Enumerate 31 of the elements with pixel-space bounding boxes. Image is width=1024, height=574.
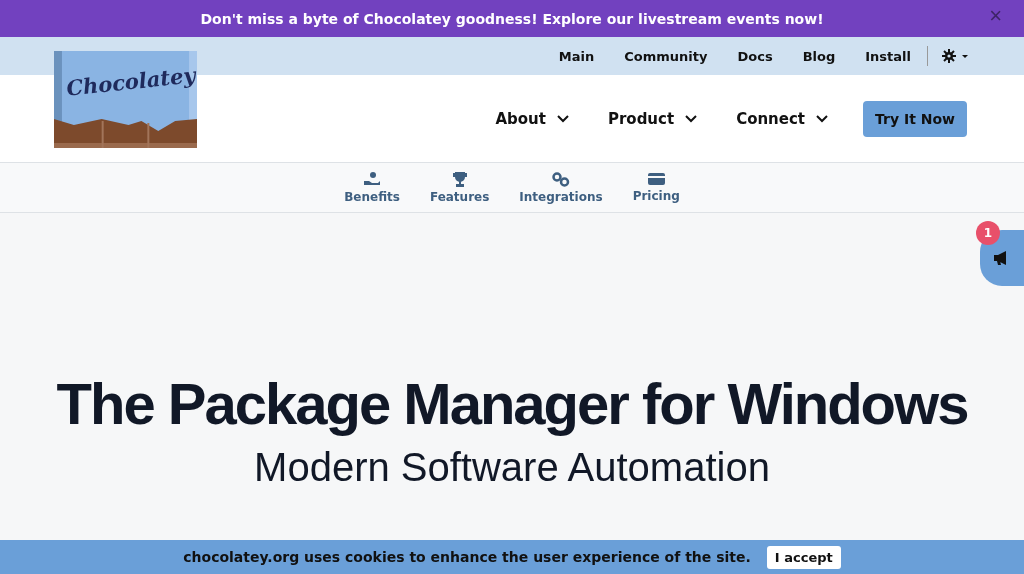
nav-dropdown[interactable]: Product — [607, 109, 699, 128]
top-nav-link[interactable]: Install — [865, 48, 911, 64]
logo[interactable]: Chocolatey — [54, 51, 197, 148]
section-link[interactable]: Features — [427, 163, 492, 212]
nav-dropdown[interactable]: About — [495, 109, 570, 128]
accept-button[interactable]: I accept — [766, 545, 841, 569]
announcement-text[interactable]: Don't miss a byte of Chocolatey goodness! Explore our livestream events now! — [200, 10, 824, 27]
top-nav-link[interactable]: Main — [558, 48, 595, 64]
hero-subtitle: Modern Software Automation — [254, 445, 770, 490]
section-link[interactable]: Integrations — [517, 163, 605, 212]
section-link[interactable]: Benefits — [342, 163, 402, 212]
cookie-notice: chocolatey.org uses cookies to enhance the user experience of the site. — [183, 549, 751, 565]
nav-dropdown[interactable]: Connect — [736, 109, 830, 128]
sun-icon — [942, 49, 956, 63]
chevron-down-icon — [815, 113, 830, 124]
gears-icon — [552, 171, 570, 187]
caret-icon — [962, 54, 968, 58]
top-nav-link[interactable]: Community — [624, 48, 708, 64]
hero-title: The Package Manager for Windows — [56, 370, 968, 437]
chevron-down-icon — [555, 113, 570, 124]
section-link[interactable]: Pricing — [630, 163, 682, 212]
notification-badge: 1 — [976, 221, 1000, 245]
top-nav-link[interactable]: Blog — [802, 48, 836, 64]
megaphone-icon — [993, 251, 1009, 265]
announcements-button[interactable] — [980, 230, 1024, 286]
theme-menu-button[interactable] — [942, 49, 968, 63]
top-nav-link[interactable]: Docs — [737, 48, 773, 64]
trophy-icon — [451, 171, 468, 187]
try-it-now-button[interactable]: Try It Now — [863, 100, 967, 137]
credit-card-icon — [647, 172, 665, 186]
chevron-down-icon — [684, 113, 699, 124]
